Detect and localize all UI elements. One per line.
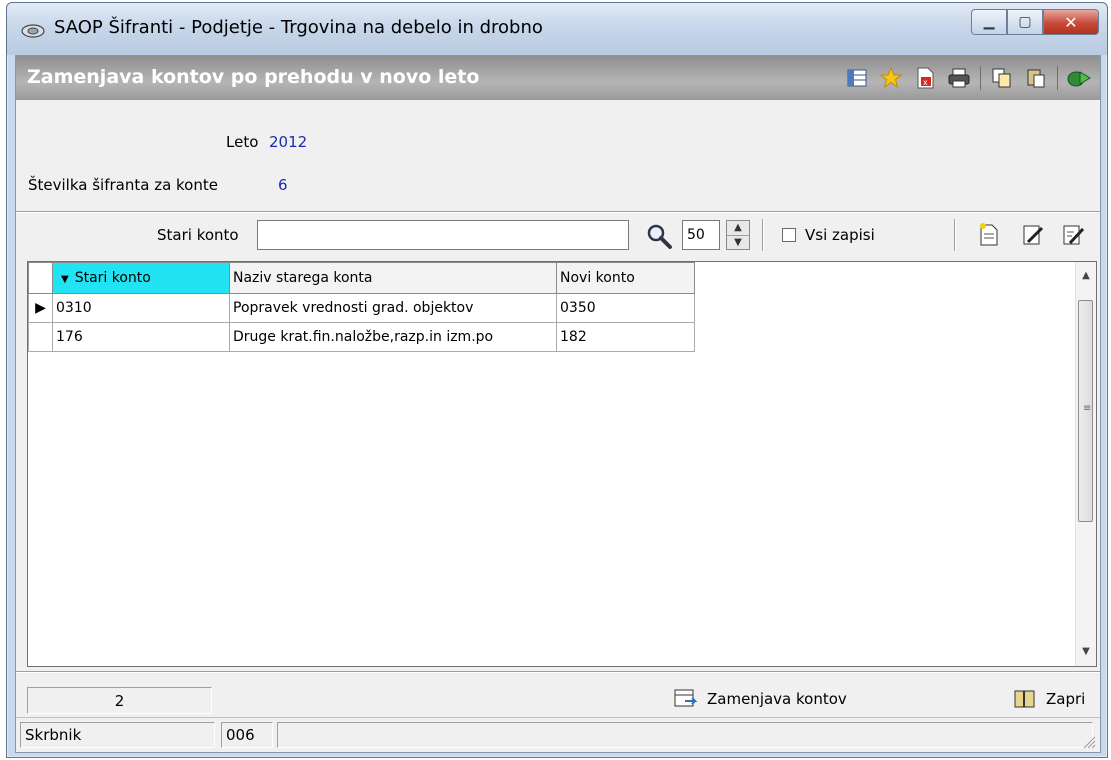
search-label: Stari konto [157, 226, 239, 244]
paste-icon [1027, 69, 1045, 88]
close-form-button[interactable]: Zapri [1006, 682, 1091, 716]
accounts-table: ▼ Stari konto Naziv starega konta Novi ko… [28, 262, 695, 352]
table-header-row: ▼ Stari konto Naziv starega konta Novi ko… [28, 262, 695, 294]
new-record-button[interactable] [976, 222, 1002, 248]
vertical-scrollbar[interactable]: ▲ ≡ ▼ [1075, 262, 1096, 666]
edit-record-button[interactable] [1020, 222, 1046, 248]
toolbar-separator [980, 66, 981, 90]
cell-new-account[interactable]: 0350 [556, 293, 695, 323]
spin-up-icon[interactable]: ▲ [727, 221, 749, 235]
status-code: 006 [221, 722, 273, 748]
columns-button[interactable] [844, 66, 870, 90]
status-bar: Skrbnik 006 [16, 717, 1100, 752]
window-titlebar[interactable]: SAOP Šifranti - Podjetje - Trgovina na d… [7, 3, 1107, 55]
section-divider [16, 211, 1100, 213]
window-title: SAOP Šifranti - Podjetje - Trgovina na d… [54, 17, 543, 38]
close-form-label: Zapri [1046, 690, 1086, 708]
maximize-icon: ▢ [1018, 14, 1032, 30]
form-header-bar: Zamenjava kontov po prehodu v novo leto … [16, 56, 1100, 100]
app-logo-icon [21, 24, 45, 38]
scroll-up-icon[interactable]: ▲ [1076, 266, 1096, 286]
client-area: Zamenjava kontov po prehodu v novo leto … [15, 55, 1101, 753]
close-icon: ✕ [1064, 12, 1078, 32]
cell-old-account[interactable]: 176 [52, 322, 230, 352]
paste-button[interactable] [1023, 66, 1049, 90]
row-indicator [28, 322, 53, 352]
status-message [277, 722, 1093, 748]
separator [762, 219, 764, 251]
printer-icon [948, 68, 970, 88]
replace-accounts-label: Zamenjava kontov [707, 690, 847, 708]
column-header-old-account-name[interactable]: Naziv starega konta [229, 262, 557, 294]
form-title: Zamenjava kontov po prehodu v novo leto [27, 66, 480, 88]
status-user: Skrbnik [20, 722, 215, 748]
minimize-button[interactable]: ▁ [971, 9, 1007, 35]
footer-divider [16, 671, 1100, 673]
footer-area: 2 Zamenjava kontov Zapri [16, 671, 1100, 719]
grip-icon: ≡ [1083, 403, 1092, 414]
toolbar: x [836, 64, 1092, 92]
column-header-new-account[interactable]: Novi konto [556, 262, 695, 294]
year-label: Leto [226, 133, 259, 151]
favorite-button[interactable] [878, 66, 904, 90]
all-records-label: Vsi zapisi [805, 226, 875, 244]
accounts-grid: ▼ Stari konto Naziv starega konta Novi ko… [27, 261, 1097, 667]
record-count: 2 [27, 687, 212, 714]
bulk-edit-button[interactable] [1060, 222, 1086, 248]
maximize-button[interactable]: ▢ [1007, 9, 1043, 35]
column-header-old-account[interactable]: ▼ Stari konto [52, 262, 230, 294]
cell-old-account[interactable]: 0310 [52, 293, 230, 323]
year-value: 2012 [269, 133, 308, 151]
account-codebook-value: 6 [278, 176, 288, 194]
spin-down-icon[interactable]: ▼ [727, 235, 749, 250]
scroll-thumb[interactable]: ≡ [1078, 300, 1093, 522]
resize-grip-icon[interactable] [1080, 733, 1096, 749]
close-window-button[interactable]: ✕ [1043, 9, 1099, 35]
table-row[interactable]: ▶ 0310 Popravek vrednosti grad. objektov… [28, 293, 695, 323]
new-document-icon [980, 223, 998, 246]
search-icon[interactable] [645, 222, 673, 250]
close-book-icon [1014, 690, 1035, 708]
cell-new-account[interactable]: 182 [556, 322, 695, 352]
exit-icon [1067, 71, 1091, 87]
scroll-down-icon[interactable]: ▼ [1076, 642, 1096, 662]
cell-old-account-name[interactable]: Druge krat.fin.naložbe,razp.in izm.po [229, 322, 557, 352]
copy-button[interactable] [989, 66, 1015, 90]
pdf-icon: x [917, 67, 934, 89]
record-limit-spinner[interactable]: ▲ ▼ [726, 220, 750, 250]
replace-accounts-button[interactable]: Zamenjava kontov [667, 682, 853, 716]
svg-text:x: x [923, 78, 928, 87]
export-pdf-button[interactable]: x [912, 66, 938, 90]
columns-icon [847, 69, 867, 87]
bulk-edit-icon [1063, 225, 1085, 245]
all-records-checkbox[interactable] [782, 228, 796, 242]
caption-buttons: ▁ ▢ ✕ [971, 9, 1099, 37]
copy-icon [992, 68, 1011, 88]
minimize-icon: ▁ [983, 14, 995, 30]
account-codebook-label: Številka šifranta za konte [28, 176, 218, 194]
row-indicator-header [28, 262, 53, 294]
table-row[interactable]: 176 Druge krat.fin.naložbe,razp.in izm.p… [28, 322, 695, 352]
star-icon [880, 67, 902, 89]
edit-icon [1023, 225, 1044, 245]
replace-accounts-icon [674, 689, 698, 707]
exit-button[interactable] [1066, 66, 1092, 90]
sort-descending-icon: ▼ [61, 274, 69, 285]
application-window: SAOP Šifranti - Podjetje - Trgovina na d… [6, 2, 1108, 758]
current-row-indicator-icon: ▶ [28, 293, 53, 323]
old-account-search-input[interactable] [257, 220, 629, 250]
separator [954, 219, 956, 251]
toolbar-separator [1057, 66, 1058, 90]
record-limit-input[interactable] [682, 220, 720, 250]
print-button[interactable] [946, 66, 972, 90]
cell-old-account-name[interactable]: Popravek vrednosti grad. objektov [229, 293, 557, 323]
